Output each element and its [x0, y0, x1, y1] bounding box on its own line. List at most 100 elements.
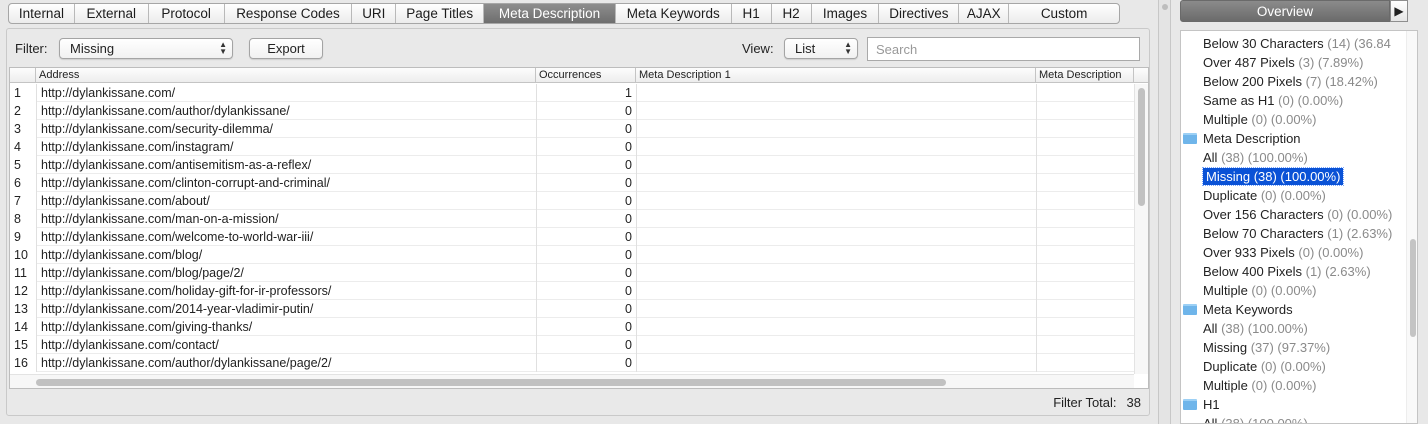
- table-row[interactable]: 9 http://dylankissane.com/welcome-to-worl…: [10, 228, 1148, 246]
- table-row[interactable]: 5 http://dylankissane.com/antisemitism-as…: [10, 156, 1148, 174]
- tree-item[interactable]: Duplicate (0) (0.00%): [1203, 186, 1326, 205]
- tab-meta-description[interactable]: Meta Description: [484, 4, 616, 23]
- row-number: 15: [10, 336, 36, 354]
- row-number: 1: [10, 84, 36, 102]
- tree-item[interactable]: All (38) (100.00%): [1203, 414, 1308, 424]
- tree-item[interactable]: Missing (37) (97.37%): [1203, 338, 1330, 357]
- row-number: 7: [10, 192, 36, 210]
- tree-item[interactable]: Over 156 Characters (0) (0.00%): [1203, 205, 1392, 224]
- tab-images[interactable]: Images: [812, 4, 880, 23]
- tree-item[interactable]: Multiple (0) (0.00%): [1203, 281, 1316, 300]
- address-cell: http://dylankissane.com/welcome-to-world…: [36, 228, 536, 246]
- tree-item[interactable]: Multiple (0) (0.00%): [1203, 376, 1316, 395]
- tree-folder[interactable]: Meta Keywords: [1183, 300, 1293, 319]
- tree-item[interactable]: Duplicate (0) (0.00%): [1203, 357, 1326, 376]
- export-button[interactable]: Export: [249, 38, 323, 59]
- meta-description-1-cell: [636, 228, 1036, 246]
- filter-total-value: 38: [1126, 395, 1141, 410]
- meta-description-1-cell: [636, 84, 1036, 102]
- tree-item[interactable]: Missing (38) (100.00%): [1201, 167, 1345, 186]
- tree-item[interactable]: Multiple (0) (0.00%): [1203, 110, 1316, 129]
- tree-folder[interactable]: H1: [1183, 395, 1220, 414]
- table-row[interactable]: 2 http://dylankissane.com/author/dylankis…: [10, 102, 1148, 120]
- meta-description-1-cell: [636, 264, 1036, 282]
- table-row[interactable]: 3 http://dylankissane.com/security-dilemm…: [10, 120, 1148, 138]
- horizontal-scrollbar[interactable]: [10, 374, 1134, 388]
- table-row[interactable]: 7 http://dylankissane.com/about/0: [10, 192, 1148, 210]
- meta-description-cell: [1036, 192, 1134, 210]
- row-number: 14: [10, 318, 36, 336]
- meta-description-cell: [1036, 102, 1134, 120]
- occurrences-cell: 0: [536, 264, 636, 282]
- table-row[interactable]: 16 http://dylankissane.com/author/dylanki…: [10, 354, 1148, 372]
- column-header-address[interactable]: Address: [36, 68, 536, 83]
- tree-scroll-thumb[interactable]: [1410, 239, 1416, 337]
- row-number: 5: [10, 156, 36, 174]
- filter-select[interactable]: Missing ▲ ▼: [59, 38, 233, 59]
- tree-item[interactable]: Below 400 Pixels (1) (2.63%): [1203, 262, 1371, 281]
- tree-item[interactable]: Same as H1 (0) (0.00%): [1203, 91, 1343, 110]
- table-row[interactable]: 10 http://dylankissane.com/blog/0: [10, 246, 1148, 264]
- column-header-meta-description-1[interactable]: Meta Description 1: [636, 68, 1036, 83]
- tree-item[interactable]: All (38) (100.00%): [1203, 319, 1308, 338]
- occurrences-cell: 0: [536, 318, 636, 336]
- tree-item-label: Multiple: [1203, 283, 1248, 298]
- tab-page-titles[interactable]: Page Titles: [396, 4, 485, 23]
- meta-description-1-cell: [636, 120, 1036, 138]
- address-cell: http://dylankissane.com/security-dilemma…: [36, 120, 536, 138]
- tree-item[interactable]: Below 70 Characters (1) (2.63%): [1203, 224, 1392, 243]
- panel-divider[interactable]: [1158, 0, 1171, 424]
- tree-folder[interactable]: Meta Description: [1183, 129, 1301, 148]
- table-row[interactable]: 6 http://dylankissane.com/clinton-corrupt…: [10, 174, 1148, 192]
- meta-description-1-cell: [636, 318, 1036, 336]
- tree-item-label: All: [1203, 416, 1218, 424]
- tree-scrollbar[interactable]: [1406, 31, 1417, 423]
- search-input[interactable]: Search: [867, 37, 1140, 61]
- tab-protocol[interactable]: Protocol: [149, 4, 225, 23]
- tree-item[interactable]: Below 200 Pixels (7) (18.42%): [1203, 72, 1378, 91]
- table-row[interactable]: 1 http://dylankissane.com/1: [10, 84, 1148, 102]
- tab-response-codes[interactable]: Response Codes: [225, 4, 353, 23]
- vertical-scroll-thumb[interactable]: [1138, 88, 1145, 206]
- tab-h2[interactable]: H2: [772, 4, 812, 23]
- table-row[interactable]: 12 http://dylankissane.com/holiday-gift-f…: [10, 282, 1148, 300]
- tree-item-count: (0) (0.00%): [1251, 112, 1317, 127]
- table-row[interactable]: 14 http://dylankissane.com/giving-thanks/…: [10, 318, 1148, 336]
- folder-icon: [1183, 399, 1197, 410]
- tree-item[interactable]: Over 933 Pixels (0) (0.00%): [1203, 243, 1363, 262]
- horizontal-scroll-thumb[interactable]: [36, 379, 946, 386]
- column-header-meta-description[interactable]: Meta Description: [1036, 68, 1134, 83]
- meta-description-cell: [1036, 138, 1134, 156]
- address-cell: http://dylankissane.com/antisemitism-as-…: [36, 156, 536, 174]
- tab-directives[interactable]: Directives: [879, 4, 960, 23]
- overview-expand-icon[interactable]: ▶: [1390, 0, 1408, 22]
- table-row[interactable]: 13 http://dylankissane.com/2014-year-vlad…: [10, 300, 1148, 318]
- tab-meta-keywords[interactable]: Meta Keywords: [616, 4, 732, 23]
- row-number: 13: [10, 300, 36, 318]
- tree-item-count: (7) (18.42%): [1305, 74, 1378, 89]
- table-row[interactable]: 15 http://dylankissane.com/contact/0: [10, 336, 1148, 354]
- table-row[interactable]: 11 http://dylankissane.com/blog/page/2/0: [10, 264, 1148, 282]
- meta-description-cell: [1036, 228, 1134, 246]
- tab-custom[interactable]: Custom: [1009, 4, 1119, 23]
- overview-header[interactable]: Overview: [1180, 0, 1390, 22]
- tab-h1[interactable]: H1: [732, 4, 772, 23]
- tree-item[interactable]: All (38) (100.00%): [1203, 148, 1308, 167]
- view-select[interactable]: List ▲ ▼: [784, 38, 858, 59]
- tab-external[interactable]: External: [75, 4, 149, 23]
- tree-item-label: Duplicate: [1203, 188, 1258, 203]
- column-header-occurrences[interactable]: Occurrences: [536, 68, 636, 83]
- table-row[interactable]: 4 http://dylankissane.com/instagram/0: [10, 138, 1148, 156]
- folder-icon: [1183, 133, 1197, 144]
- tab-internal[interactable]: Internal: [9, 4, 75, 23]
- tree-item-label: Duplicate: [1203, 359, 1258, 374]
- tab-uri[interactable]: URI: [352, 4, 397, 23]
- tree-item[interactable]: Below 30 Characters (14) (36.84: [1203, 34, 1391, 53]
- table-row[interactable]: 8 http://dylankissane.com/man-on-a-missio…: [10, 210, 1148, 228]
- meta-description-1-cell: [636, 138, 1036, 156]
- vertical-scrollbar[interactable]: [1134, 84, 1148, 374]
- tree-item[interactable]: Over 487 Pixels (3) (7.89%): [1203, 53, 1363, 72]
- tree-item-count: (1) (2.63%): [1327, 226, 1393, 241]
- address-cell: http://dylankissane.com/author/dylankiss…: [36, 354, 536, 372]
- tab-ajax[interactable]: AJAX: [959, 4, 1010, 23]
